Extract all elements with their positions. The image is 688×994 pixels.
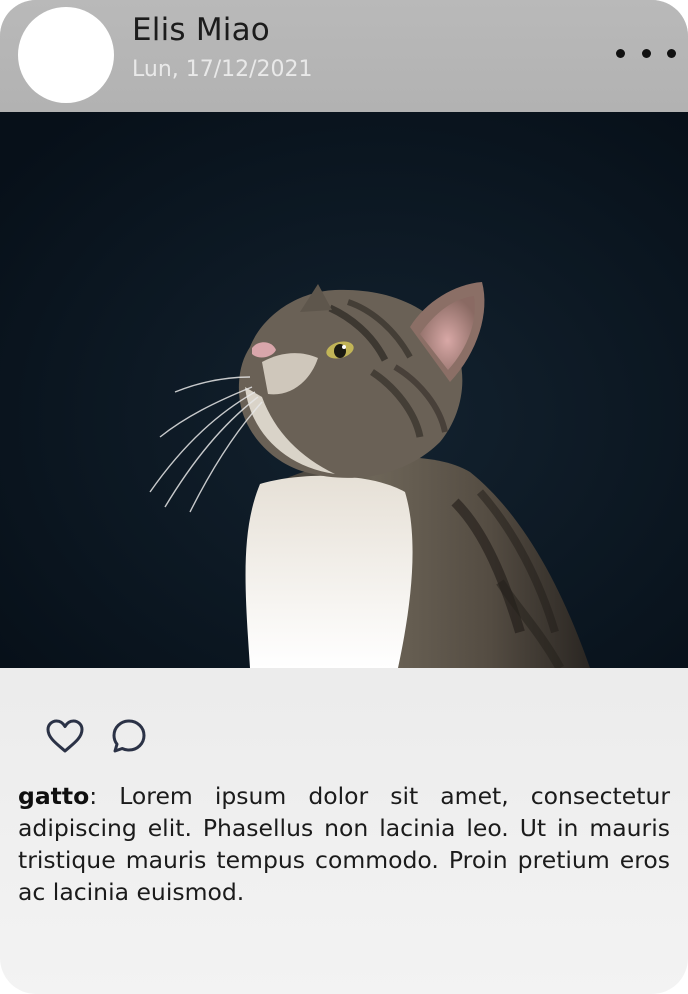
- comment-bubble-icon[interactable]: [108, 715, 150, 757]
- more-dot: [616, 48, 625, 58]
- cat-photo-illustration: [0, 112, 688, 668]
- more-options-icon[interactable]: [616, 40, 676, 66]
- post-actions: [44, 714, 150, 758]
- post-image[interactable]: [0, 112, 688, 668]
- author-name[interactable]: Elis Miao: [132, 12, 270, 48]
- avatar[interactable]: [18, 7, 114, 103]
- more-dot: [667, 48, 676, 58]
- heart-icon[interactable]: [44, 715, 86, 757]
- caption-username[interactable]: gatto: [18, 782, 89, 810]
- post-card: Elis Miao Lun, 17/12/2021 gatto: Lorem i…: [0, 0, 688, 994]
- post-header: Elis Miao Lun, 17/12/2021: [0, 0, 688, 112]
- caption-text: Lorem ipsum dolor sit amet, consectetur …: [18, 782, 670, 906]
- post-caption: gatto: Lorem ipsum dolor sit amet, conse…: [18, 780, 670, 908]
- more-dot: [641, 48, 651, 58]
- post-date: Lun, 17/12/2021: [132, 57, 313, 82]
